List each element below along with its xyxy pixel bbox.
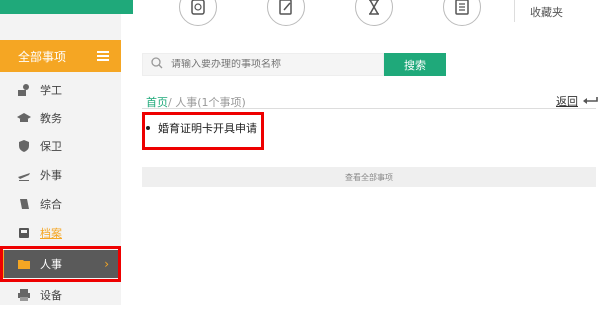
top-icon-checklist[interactable] [443, 0, 481, 26]
sidebar-item-baowei[interactable]: 保卫 [0, 132, 121, 160]
sidebar: 全部事项 学工 教务 保卫 外事 综合 档案 人事 › 设备 [0, 0, 133, 305]
shield-icon [17, 139, 31, 153]
highlight-box-sidebar [0, 246, 121, 282]
sidebar-item-xuegong[interactable]: 学工 [0, 76, 121, 104]
sidebar-top-bar [0, 0, 133, 14]
plane-icon [17, 168, 31, 182]
top-icon-clock[interactable] [179, 0, 217, 26]
sidebar-item-label: 学工 [40, 84, 62, 97]
sidebar-item-label: 档案 [40, 227, 62, 240]
edit-document-icon [279, 0, 292, 15]
sidebar-item-label: 设备 [40, 289, 62, 302]
sidebar-item-waishi[interactable]: 外事 [0, 161, 121, 189]
search-box [142, 53, 384, 76]
sidebar-item-label: 外事 [40, 169, 62, 182]
all-items-label: 全部事项 [18, 49, 67, 64]
all-items-header[interactable]: 全部事项 [0, 40, 121, 72]
student-icon [17, 83, 31, 97]
back-label: 返回 [556, 95, 578, 108]
view-all-button[interactable]: 查看全部事项 [142, 167, 596, 187]
clock-file-icon [191, 0, 205, 15]
top-icon-edit[interactable] [267, 0, 305, 26]
highlight-box-item [142, 112, 264, 150]
hamburger-menu-icon[interactable] [97, 51, 109, 61]
top-icon-hourglass[interactable] [355, 0, 393, 26]
search-input[interactable] [171, 59, 371, 70]
archive-icon [17, 226, 31, 240]
sidebar-item-label: 保卫 [40, 140, 62, 153]
tag-icon [17, 197, 31, 211]
checklist-icon [455, 0, 469, 15]
search-icon [151, 57, 163, 72]
search-button[interactable]: 搜索 [384, 53, 446, 76]
section-divider [142, 108, 596, 109]
sidebar-item-label: 教务 [40, 112, 62, 125]
sidebar-item-label: 综合 [40, 198, 62, 211]
topbar-divider [514, 0, 515, 22]
favorites-link[interactable]: 收藏夹 [530, 4, 563, 20]
printer-icon [17, 288, 31, 302]
sidebar-item-jiaowu[interactable]: 教务 [0, 104, 121, 132]
return-arrow-icon [583, 97, 598, 104]
back-link[interactable]: 返回 [556, 93, 598, 109]
graduation-cap-icon [17, 111, 31, 125]
hourglass-icon [369, 0, 379, 15]
sidebar-item-zonghe[interactable]: 综合 [0, 190, 121, 218]
sidebar-item-dangan[interactable]: 档案 [0, 219, 121, 247]
